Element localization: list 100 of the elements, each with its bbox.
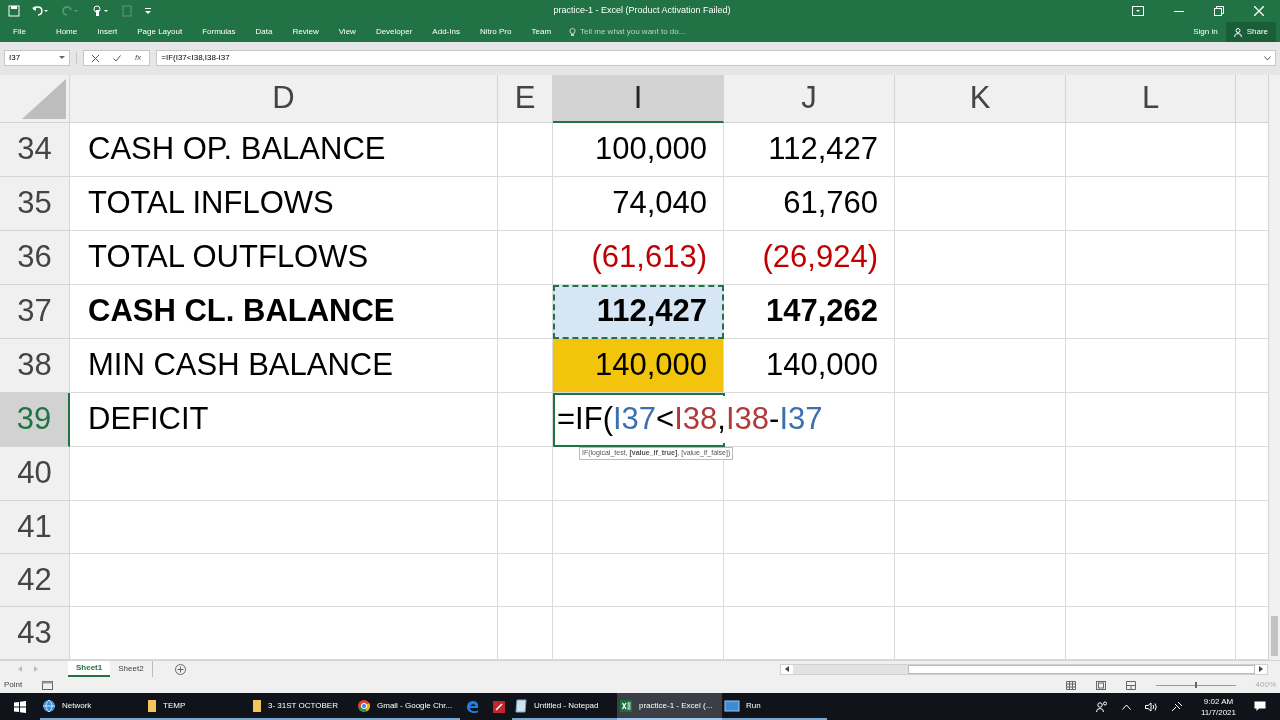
- table-cell[interactable]: 112,427: [553, 285, 724, 339]
- empty-cell[interactable]: [895, 447, 1066, 501]
- empty-cell[interactable]: [895, 501, 1066, 554]
- table-cell[interactable]: 140,000: [553, 339, 724, 393]
- empty-cell[interactable]: [498, 177, 553, 231]
- tell-me-field[interactable]: Tell me what you want to do...: [569, 26, 686, 38]
- empty-cell[interactable]: [895, 554, 1066, 607]
- ribbon-display-icon[interactable]: [1132, 6, 1144, 16]
- empty-cell[interactable]: [1066, 447, 1236, 501]
- ribbon-tab[interactable]: Add-Ins: [422, 26, 470, 38]
- document-icon[interactable]: [122, 5, 132, 17]
- people-icon[interactable]: [1096, 701, 1108, 712]
- close-icon[interactable]: [1254, 6, 1264, 16]
- row-header[interactable]: 37: [0, 285, 70, 339]
- empty-cell[interactable]: [1066, 285, 1236, 339]
- taskbar-button[interactable]: Gmail - Google Chr...: [355, 693, 460, 720]
- page-break-icon[interactable]: [1125, 680, 1136, 690]
- select-all-corner[interactable]: [0, 75, 70, 123]
- vertical-scrollbar[interactable]: [1268, 75, 1280, 660]
- zoom-slider[interactable]: [1155, 680, 1236, 690]
- row-header[interactable]: 39: [0, 393, 70, 447]
- table-cell[interactable]: 61,760: [724, 177, 895, 231]
- page-layout-icon[interactable]: [1095, 680, 1106, 690]
- table-cell[interactable]: 112,427: [724, 123, 895, 177]
- formula-field[interactable]: =IF(I37<I38,I38-I37: [156, 50, 1276, 66]
- empty-cell[interactable]: [498, 123, 553, 177]
- table-cell[interactable]: TOTAL INFLOWS: [70, 177, 498, 231]
- empty-cell[interactable]: [1066, 123, 1236, 177]
- empty-cell[interactable]: [498, 231, 553, 285]
- notifications-icon[interactable]: [1254, 701, 1266, 712]
- column-header[interactable]: I: [553, 75, 724, 123]
- chevron-up-icon[interactable]: [1122, 703, 1131, 710]
- row-header[interactable]: 38: [0, 339, 70, 393]
- empty-cell[interactable]: [724, 554, 895, 607]
- name-box[interactable]: I37: [4, 50, 70, 66]
- ribbon-tab[interactable]: Formulas: [192, 26, 246, 38]
- empty-cell[interactable]: [498, 554, 553, 607]
- undo-icon[interactable]: [32, 5, 50, 17]
- table-cell[interactable]: 140,000: [724, 339, 895, 393]
- scroll-left-icon[interactable]: [785, 666, 789, 672]
- horizontal-scrollbar[interactable]: [780, 663, 1268, 675]
- column-header[interactable]: E: [498, 75, 553, 123]
- table-cell[interactable]: 147,262: [724, 285, 895, 339]
- table-cell[interactable]: 100,000: [553, 123, 724, 177]
- table-cell[interactable]: MIN CASH BALANCE: [70, 339, 498, 393]
- table-cell[interactable]: (26,924): [724, 231, 895, 285]
- expand-icon[interactable]: [1264, 55, 1271, 61]
- empty-cell[interactable]: [895, 231, 1066, 285]
- ribbon-tab[interactable]: Developer: [365, 26, 423, 38]
- column-header[interactable]: D: [70, 75, 498, 123]
- zoom-thumb[interactable]: [1194, 682, 1197, 688]
- table-cell[interactable]: CASH CL. BALANCE: [70, 285, 498, 339]
- empty-cell[interactable]: [1066, 554, 1236, 607]
- empty-cell[interactable]: [1066, 501, 1236, 554]
- network-icon[interactable]: [1171, 701, 1183, 712]
- empty-cell[interactable]: [895, 393, 1066, 447]
- table-cell[interactable]: DEFICIT: [70, 393, 498, 447]
- empty-cell[interactable]: [895, 123, 1066, 177]
- normal-view-icon[interactable]: [1065, 680, 1076, 690]
- table-cell[interactable]: 74,040: [553, 177, 724, 231]
- table-cell[interactable]: TOTAL OUTFLOWS: [70, 231, 498, 285]
- scroll-right-icon[interactable]: [1259, 666, 1263, 672]
- taskbar-button[interactable]: practice-1 - Excel (...: [617, 693, 722, 720]
- clock-time[interactable]: 9:02 AM: [1203, 695, 1234, 707]
- volume-icon[interactable]: [1145, 701, 1157, 712]
- clock-date[interactable]: 11/7/2021: [1201, 706, 1236, 718]
- row-header[interactable]: 35: [0, 177, 70, 231]
- empty-cell[interactable]: [895, 177, 1066, 231]
- macro-record-icon[interactable]: [42, 680, 54, 690]
- empty-cell[interactable]: [498, 447, 553, 501]
- empty-cell[interactable]: [553, 501, 724, 554]
- empty-cell[interactable]: [895, 339, 1066, 393]
- restore-icon[interactable]: [1214, 6, 1224, 16]
- empty-cell[interactable]: [1066, 393, 1236, 447]
- row-header[interactable]: 41: [0, 501, 70, 554]
- empty-cell[interactable]: [724, 501, 895, 554]
- row-header[interactable]: 43: [0, 607, 70, 660]
- enter-icon[interactable]: [113, 54, 121, 62]
- ribbon-tab[interactable]: Data: [245, 26, 283, 38]
- ribbon-tab[interactable]: Nitro Pro: [469, 26, 522, 38]
- empty-cell[interactable]: [498, 501, 553, 554]
- new-sheet-icon[interactable]: [174, 663, 186, 675]
- row-header[interactable]: 40: [0, 447, 70, 501]
- ribbon-tab[interactable]: File: [0, 26, 46, 38]
- ribbon-tab[interactable]: Insert: [87, 26, 128, 38]
- share-button[interactable]: Share: [1225, 22, 1276, 42]
- touch-mode-icon[interactable]: [92, 5, 110, 17]
- redo-icon[interactable]: [62, 5, 80, 17]
- empty-cell[interactable]: [1066, 177, 1236, 231]
- ribbon-tab[interactable]: Review: [282, 26, 329, 38]
- empty-cell[interactable]: [895, 285, 1066, 339]
- ribbon-tab[interactable]: View: [328, 26, 366, 38]
- empty-cell[interactable]: [498, 393, 553, 447]
- insert-function-button[interactable]: fx: [135, 52, 142, 64]
- empty-cell[interactable]: [1066, 231, 1236, 285]
- taskbar-button[interactable]: 3- 31ST OCTOBER: [250, 693, 355, 720]
- row-header[interactable]: 42: [0, 554, 70, 607]
- customize-icon[interactable]: [144, 5, 152, 17]
- ribbon-tab[interactable]: Team: [521, 26, 562, 38]
- sheet-tab[interactable]: Sheet1: [68, 661, 111, 677]
